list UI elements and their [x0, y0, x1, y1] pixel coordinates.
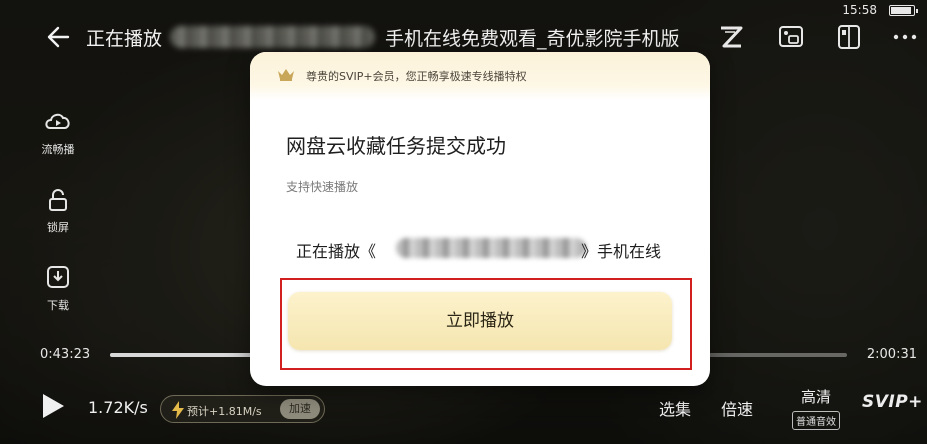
blurred-video-name: [396, 238, 586, 258]
video-title-prefix: 正在播放: [86, 28, 163, 50]
quality-label: 高清: [800, 388, 831, 406]
lock-screen-label: 锁屏: [47, 221, 69, 234]
playback-speed-button[interactable]: 倍速: [721, 396, 753, 420]
blurred-title: [170, 26, 375, 48]
download-label: 下载: [47, 299, 69, 312]
current-time: 0:43:23: [40, 347, 91, 362]
cast-screen-icon[interactable]: [776, 22, 806, 52]
lock-icon: [49, 189, 67, 211]
svip-logo: SVIP+: [862, 392, 923, 412]
total-time: 2:00:31: [866, 347, 917, 362]
now-playing-prefix: 正在播放《: [296, 242, 377, 261]
dialog-title: 网盘云收藏任务提交成功: [286, 134, 506, 158]
smooth-play-label: 流畅播: [41, 143, 75, 156]
highlight-annotation-box: [280, 278, 692, 370]
download-control[interactable]: 下载: [36, 264, 80, 313]
more-options-icon[interactable]: [890, 22, 920, 52]
now-playing-suffix: 》手机在线: [581, 242, 662, 261]
boost-button[interactable]: 加速: [280, 399, 320, 419]
picture-in-picture-icon[interactable]: [834, 22, 864, 52]
boost-pill[interactable]: 预计+1.81M/s 加速: [160, 395, 325, 423]
smooth-play-control[interactable]: 流畅播: [36, 108, 80, 157]
quality-control[interactable]: 高清 普通音效: [786, 386, 846, 430]
download-icon: [47, 266, 69, 288]
back-arrow-icon[interactable]: [44, 24, 70, 50]
boost-estimate: 预计+1.81M/s: [187, 405, 262, 418]
vip-banner-text: 尊贵的SVIP+会员，您正畅享极速专线播特权: [306, 70, 527, 83]
lightning-icon: [172, 401, 184, 419]
status-time: 15:58: [842, 3, 877, 17]
dialog-subtitle: 支持快速播放: [286, 180, 359, 194]
z-logo-icon[interactable]: [716, 22, 746, 52]
vip-banner: 尊贵的SVIP+会员，您正畅享极速专线播特权: [250, 52, 710, 100]
play-icon[interactable]: [40, 392, 66, 420]
episodes-button[interactable]: 选集: [659, 396, 691, 420]
crown-icon: [278, 69, 294, 81]
lock-screen-control[interactable]: 锁屏: [36, 188, 80, 235]
audio-effect-badge[interactable]: 普通音效: [792, 411, 840, 430]
cloud-play-icon: [45, 113, 70, 129]
video-title-suffix: 手机在线免费观看_奇优影院手机版: [385, 28, 680, 50]
battery-icon: [889, 5, 918, 16]
download-speed: 1.72K/s: [88, 398, 148, 417]
